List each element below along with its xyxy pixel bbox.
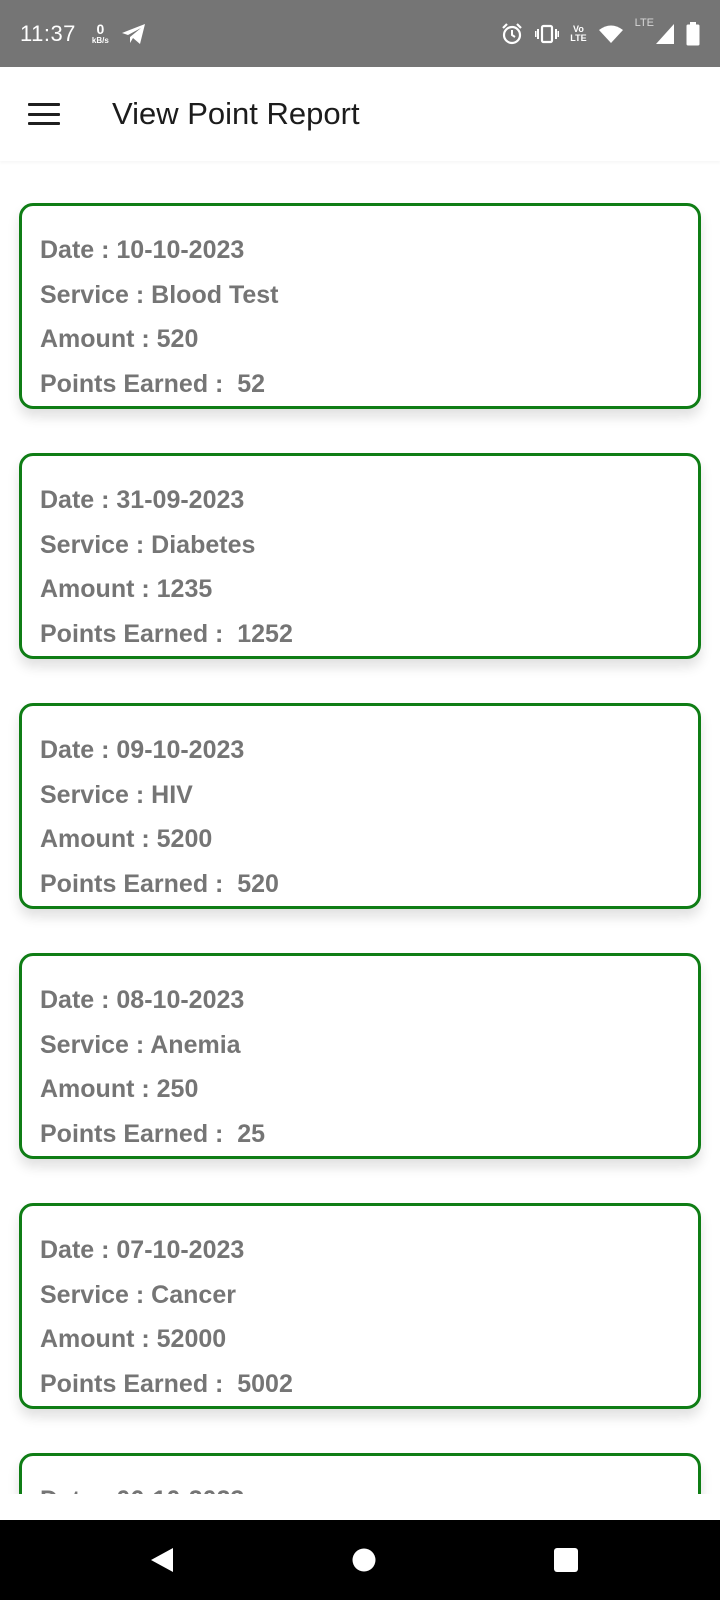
report-points-earned: Points Earned : 52: [40, 369, 266, 398]
report-card[interactable]: Date : 10-10-2023 Service : Blood Test A…: [19, 203, 701, 409]
page-title: View Point Report: [112, 96, 360, 131]
report-date: Date : 31-09-2023: [40, 486, 245, 514]
report-card[interactable]: Date : 09-10-2023 Service : HIV Amount :…: [19, 703, 701, 909]
status-time: 11:37: [20, 20, 76, 46]
report-amount: Amount : 250: [40, 1075, 199, 1103]
report-amount: Amount : 520: [40, 325, 199, 353]
report-amount: Amount : 5200: [40, 825, 213, 853]
report-points-earned: Points Earned : 25: [40, 1119, 266, 1148]
system-nav-bar: [0, 1520, 720, 1600]
vibrate-icon: [535, 23, 560, 45]
report-amount: Amount : 52000: [40, 1325, 227, 1353]
menu-button[interactable]: [22, 92, 66, 136]
report-card[interactable]: Date : 06-10-2023: [19, 1453, 701, 1494]
report-service: Service : Anemia: [40, 1030, 241, 1059]
volte-icon: Vo LTE: [570, 24, 587, 43]
report-points-earned: Points Earned : 5002: [40, 1369, 293, 1398]
report-points-earned: Points Earned : 520: [40, 869, 279, 898]
report-date: Date : 07-10-2023: [40, 1236, 245, 1264]
point-report-list[interactable]: Date : 10-10-2023 Service : Blood Test A…: [0, 161, 720, 1494]
report-service: Service : Diabetes: [40, 530, 256, 559]
status-bar: 11:37 0 kB/s Vo LTE LTE: [0, 0, 720, 67]
report-date: Date : 10-10-2023: [40, 236, 245, 264]
report-card[interactable]: Date : 31-09-2023 Service : Diabetes Amo…: [19, 453, 701, 659]
hamburger-menu-icon: [28, 103, 60, 125]
report-service: Service : Blood Test: [40, 280, 279, 309]
lte-label: LTE: [634, 16, 654, 29]
report-date: Date : 09-10-2023: [40, 736, 245, 764]
alarm-icon: [500, 22, 524, 46]
report-service: Service : HIV: [40, 780, 193, 809]
network-speed: 0 kB/s: [92, 22, 109, 45]
recents-icon: [554, 1548, 578, 1572]
report-date: Date : 08-10-2023: [40, 986, 245, 1014]
app-bar: View Point Report: [0, 67, 720, 161]
signal-icon: LTE: [635, 17, 675, 45]
home-icon: [352, 1548, 376, 1572]
report-points-earned: Points Earned : 1252: [40, 619, 293, 648]
report-card[interactable]: Date : 07-10-2023 Service : Cancer Amoun…: [19, 1203, 701, 1409]
report-service: Service : Cancer: [40, 1280, 236, 1309]
volte-bottom-label: LTE: [570, 32, 587, 43]
battery-icon: [686, 21, 700, 46]
report-date: Date : 06-10-2023: [40, 1478, 698, 1494]
report-amount: Amount : 1235: [40, 575, 213, 603]
recents-button[interactable]: [546, 1540, 586, 1580]
home-button[interactable]: [344, 1540, 384, 1580]
report-card[interactable]: Date : 08-10-2023 Service : Anemia Amoun…: [19, 953, 701, 1159]
network-speed-unit: kB/s: [91, 36, 109, 45]
telegram-icon: [121, 23, 147, 45]
wifi-icon: [598, 24, 624, 44]
network-speed-value: 0: [96, 21, 105, 37]
back-icon: [151, 1548, 173, 1572]
back-button[interactable]: [142, 1540, 182, 1580]
